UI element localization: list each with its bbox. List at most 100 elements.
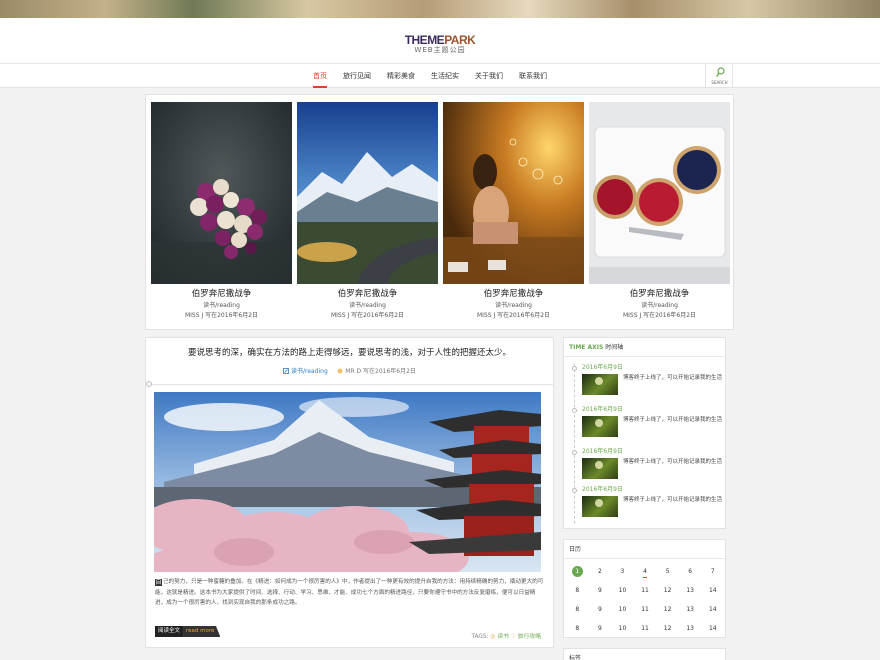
hero-banner-strip [0, 0, 880, 18]
calendar-day[interactable]: 6 [679, 562, 702, 581]
dropcap: 自 [155, 579, 162, 586]
featured-card-title[interactable]: 伯罗奔尼撒战争 [151, 289, 292, 300]
post-title[interactable]: 要说思考的深，确实在方法的路上走得够远，要说思考的浅，对于人性的把握还太少。 [146, 346, 553, 358]
calendar-day[interactable]: 10 [611, 619, 634, 638]
featured-card-title[interactable]: 伯罗奔尼撒战争 [589, 289, 730, 300]
calendar-day[interactable]: 10 [611, 600, 634, 619]
timeline-thumb[interactable] [582, 458, 618, 479]
featured-card-category[interactable]: 读书/reading [151, 302, 292, 310]
featured-card[interactable]: 伯罗奔尼撒战争 读书/reading MISS J 写在2016年6月2日 [589, 102, 730, 320]
featured-card-meta: MISS J 写在2016年6月2日 [184, 312, 259, 319]
featured-card[interactable]: 伯罗奔尼撒战争 读书/reading MISS J 写在2016年6月2日 [443, 102, 584, 320]
post-date: MR D 写在2016年6月2日 [345, 368, 416, 375]
calendar-day[interactable]: 9 [589, 619, 612, 638]
read-more-label: 阅读全文 [155, 626, 184, 637]
tag-icon: ♡ [510, 634, 516, 640]
timeline-thumb[interactable] [582, 496, 618, 517]
read-more-button[interactable]: 阅读全文 read more [155, 626, 221, 637]
calendar-day[interactable]: 14 [701, 619, 724, 638]
calendar-day[interactable]: 1 [566, 562, 589, 581]
berry-tarts-photo[interactable] [589, 102, 730, 284]
featured-card-category[interactable]: 读书/reading [589, 302, 730, 310]
calendar-day[interactable]: 4 [634, 562, 657, 581]
tag-reading[interactable]: 读书 [497, 634, 509, 640]
girl-bubbles-photo[interactable] [443, 102, 584, 284]
calendar-day[interactable]: 7 [701, 562, 724, 581]
search-icon [716, 67, 725, 80]
timeline-date: 2016年6月9日 [582, 364, 623, 371]
heart-flowers-photo[interactable] [151, 102, 292, 284]
calendar-day[interactable]: 13 [679, 619, 702, 638]
search-button[interactable]: SEARCH [705, 64, 733, 88]
fuji-pagoda-photo[interactable] [154, 392, 541, 572]
tag-icon: ◎ [490, 634, 496, 640]
post-category[interactable]: 读书/reading [291, 368, 328, 375]
calendar-grid: 1 2 3 4 5 6 7 8 9 10 11 12 13 14 8 9 10 11 12 13 14 8 9 10 11 12 1… [566, 562, 724, 638]
calendar-day[interactable]: 14 [701, 600, 724, 619]
calendar-day[interactable]: 11 [634, 619, 657, 638]
calendar-day[interactable]: 12 [656, 600, 679, 619]
nav-item-home[interactable]: 首页 [305, 64, 335, 88]
mountain-road-photo[interactable] [297, 102, 438, 284]
timeline-date: 2016年6月9日 [582, 406, 623, 413]
calendar-week: 1234567 [566, 562, 724, 581]
clock-icon [337, 368, 343, 376]
calendar-widget: 日历 1 2 3 4 5 6 7 8 9 10 11 12 13 14 8 9 10 11 12 13 14 8 9 10 11… [563, 539, 726, 638]
read-more-label-en: read more [183, 626, 221, 637]
calendar-day[interactable]: 8 [566, 581, 589, 600]
calendar-day[interactable]: 5 [656, 562, 679, 581]
search-label: SEARCH [711, 80, 728, 85]
timeline-item[interactable]: 2016年6月9日 博客终于上线了，可以开始记录我的生活 [572, 486, 722, 517]
site-logo[interactable]: THEMEPARK WEB主题公园 [400, 34, 480, 55]
post-article: 要说思考的深，确实在方法的路上走得够远，要说思考的浅，对于人性的把握还太少。 读… [145, 337, 554, 648]
timeline-item[interactable]: 2016年6月9日 博客终于上线了，可以开始记录我的生活 [572, 406, 722, 437]
featured-card-title[interactable]: 伯罗奔尼撒战争 [297, 289, 438, 300]
timeline-dot [572, 450, 577, 455]
featured-card[interactable]: 伯罗奔尼撒战争 读书/reading MISS J 写在2016年6月2日 [297, 102, 438, 320]
nav-item-travel[interactable]: 旅行见闻 [335, 64, 379, 88]
featured-card-meta: MISS J 写在2016年6月2日 [622, 312, 697, 319]
timeline-text[interactable]: 博客终于上线了，可以开始记录我的生活 [623, 416, 722, 437]
nav-item-contact[interactable]: 联系我们 [511, 64, 555, 88]
calendar-day[interactable]: 9 [589, 600, 612, 619]
featured-card-category[interactable]: 读书/reading [443, 302, 584, 310]
timeline-thumb[interactable] [582, 374, 618, 395]
featured-card[interactable]: 伯罗奔尼撒战争 读书/reading MISS J 写在2016年6月2日 [151, 102, 292, 320]
timeline-item[interactable]: 2016年6月9日 博客终于上线了，可以开始记录我的生活 [572, 448, 722, 479]
calendar-day[interactable]: 13 [679, 600, 702, 619]
timeline-line [574, 364, 575, 524]
post-divider [146, 384, 553, 385]
calendar-day[interactable]: 11 [634, 600, 657, 619]
nav-item-life[interactable]: 生活纪实 [423, 64, 467, 88]
timeline-item[interactable]: 2016年6月9日 博客终于上线了，可以开始记录我的生活 [572, 364, 722, 395]
calendar-day[interactable]: 2 [589, 562, 612, 581]
calendar-day[interactable]: 12 [656, 581, 679, 600]
calendar-day[interactable]: 8 [566, 619, 589, 638]
timeline-date: 2016年6月9日 [582, 448, 623, 455]
calendar-day[interactable]: 13 [679, 581, 702, 600]
nav-item-food[interactable]: 精彩美食 [379, 64, 423, 88]
calendar-day[interactable]: 12 [656, 619, 679, 638]
timeline-thumb[interactable] [582, 416, 618, 437]
calendar-day[interactable]: 9 [589, 581, 612, 600]
timeline-text[interactable]: 博客终于上线了，可以开始记录我的生活 [623, 374, 722, 395]
nav-item-about[interactable]: 关于我们 [467, 64, 511, 88]
timeline-text[interactable]: 博客终于上线了，可以开始记录我的生活 [623, 458, 722, 479]
calendar-day[interactable]: 14 [701, 581, 724, 600]
calendar-day[interactable]: 11 [634, 581, 657, 600]
calendar-day[interactable]: 3 [611, 562, 634, 581]
timeline-dot [572, 408, 577, 413]
calendar-day[interactable]: 10 [611, 581, 634, 600]
divider-dot [146, 381, 152, 387]
calendar-day[interactable]: 8 [566, 600, 589, 619]
tag-travel[interactable]: 旅行攻略 [518, 634, 541, 640]
tags-label: TAGS: [471, 634, 489, 640]
featured-card-category[interactable]: 读书/reading [297, 302, 438, 310]
timeline-dot [572, 366, 577, 371]
timeline-dot [572, 488, 577, 493]
featured-card-title[interactable]: 伯罗奔尼撒战争 [443, 289, 584, 300]
calendar-week: 8 9 10 11 12 13 14 [566, 600, 724, 619]
post-meta: 读书/reading MR D 写在2016年6月2日 [146, 366, 553, 376]
timeline-text[interactable]: 博客终于上线了，可以开始记录我的生活 [623, 496, 722, 517]
edit-icon [283, 368, 289, 376]
